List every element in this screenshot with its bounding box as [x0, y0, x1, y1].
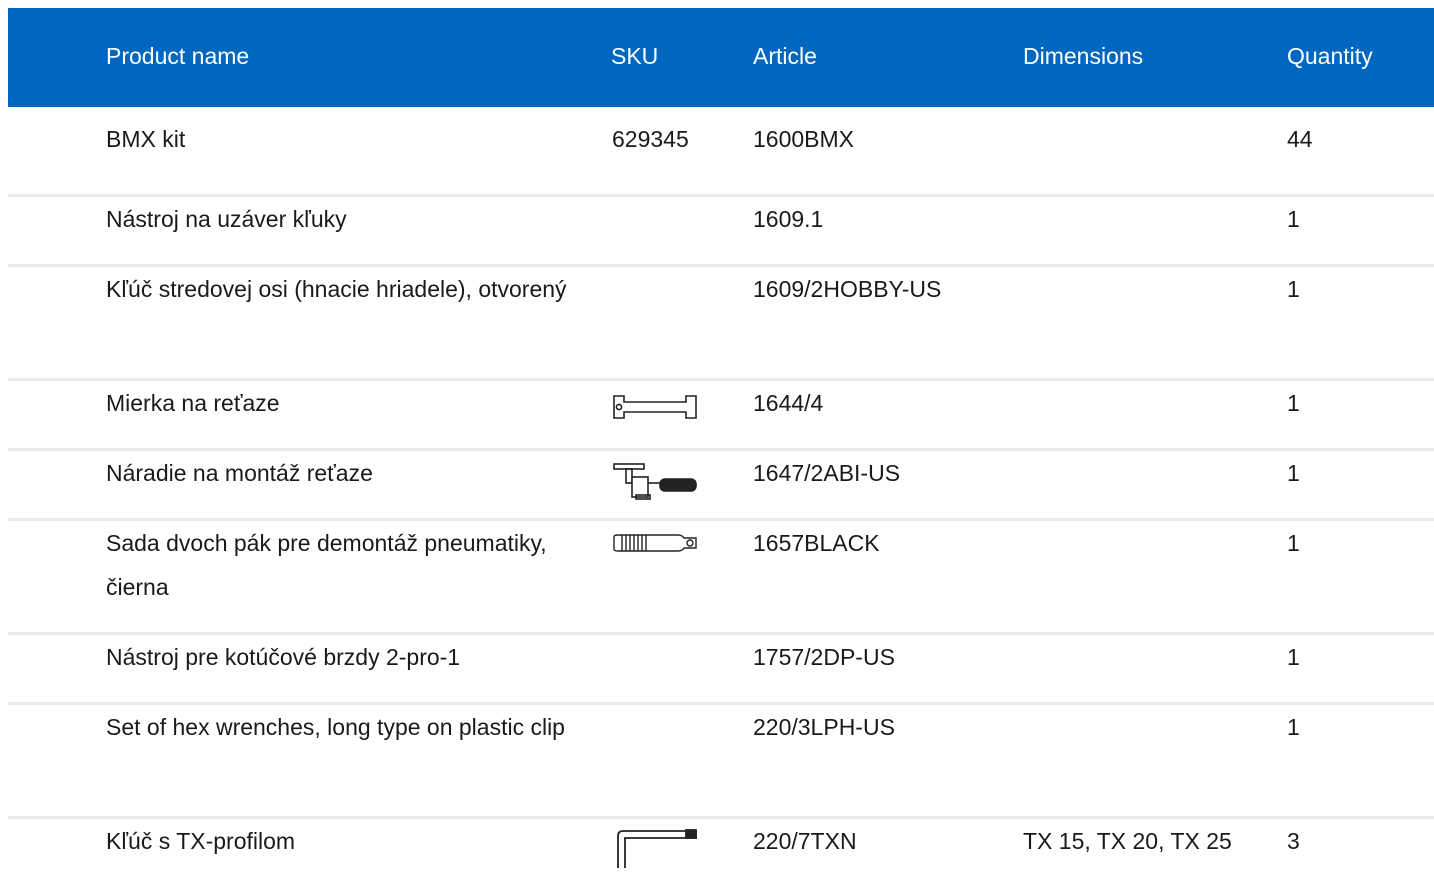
- article: 220/3LPH-US: [753, 714, 895, 740]
- table-row[interactable]: Náradie na montáž reťaze 1647/2ABI-US 1: [8, 451, 1434, 521]
- column-header-article[interactable]: Article: [753, 42, 817, 70]
- quantity: 44: [1287, 126, 1313, 152]
- column-header-quantity[interactable]: Quantity: [1287, 42, 1373, 70]
- column-header-dimensions[interactable]: Dimensions: [1023, 42, 1143, 70]
- article: 1657BLACK: [753, 530, 880, 556]
- quantity: 3: [1287, 828, 1300, 854]
- table-row[interactable]: Kľúč stredovej osi (hnacie hriadele), ot…: [8, 267, 1434, 381]
- product-name: Kľúč s TX-profilom: [106, 828, 296, 854]
- table-row[interactable]: BMX kit 629345 1600BMX 44: [8, 107, 1434, 197]
- dimensions: TX 15, TX 20, TX 25: [1023, 828, 1232, 854]
- quantity: 1: [1287, 644, 1300, 670]
- product-table: Product name SKU Article Dimensions Quan…: [8, 8, 1434, 879]
- quantity: 1: [1287, 460, 1300, 486]
- article: 1757/2DP-US: [753, 644, 895, 670]
- column-header-product-name[interactable]: Product name: [106, 42, 249, 70]
- table-row[interactable]: Set of hex wrenches, long type on plasti…: [8, 705, 1434, 819]
- quantity: 1: [1287, 714, 1300, 740]
- table-row[interactable]: Mierka na reťaze 1644/4 1: [8, 381, 1434, 451]
- product-name: Set of hex wrenches, long type on plasti…: [106, 714, 565, 740]
- chain-gauge-icon: [612, 393, 698, 423]
- table-row[interactable]: Sada dvoch pák pre demontáž pneumatiky, …: [8, 521, 1434, 635]
- chain-tool-icon: [612, 461, 698, 500]
- product-name: Mierka na reťaze: [106, 390, 280, 416]
- article: 1600BMX: [753, 126, 855, 152]
- product-name: Kľúč stredovej osi (hnacie hriadele), ot…: [106, 276, 567, 302]
- quantity: 1: [1287, 530, 1300, 556]
- product-name: BMX kit: [106, 126, 186, 152]
- product-name: Nástroj pre kotúčové brzdy 2-pro-1: [106, 644, 461, 670]
- product-name: Nástroj na uzáver kľuky: [106, 206, 347, 232]
- article: 1609/2HOBBY-US: [753, 276, 942, 302]
- table-header: Product name SKU Article Dimensions Quan…: [8, 8, 1434, 107]
- table-row[interactable]: Nástroj pre kotúčové brzdy 2-pro-1 1757/…: [8, 635, 1434, 705]
- quantity: 1: [1287, 206, 1300, 232]
- product-name: Sada dvoch pák pre demontáž pneumatiky, …: [106, 530, 547, 600]
- article: 1647/2ABI-US: [753, 460, 901, 486]
- table-row[interactable]: Kľúč s TX-profilom 220/7TXN TX 15, TX 20…: [8, 819, 1434, 879]
- article: 1644/4: [753, 390, 824, 416]
- page: Product name SKU Article Dimensions Quan…: [0, 0, 1434, 881]
- product-name: Náradie na montáž reťaze: [106, 460, 373, 486]
- article: 220/7TXN: [753, 828, 857, 854]
- quantity: 1: [1287, 276, 1300, 302]
- article: 1609.1: [753, 206, 824, 232]
- column-header-sku[interactable]: SKU: [611, 42, 658, 70]
- tire-lever-icon: [612, 533, 698, 563]
- quantity: 1: [1287, 390, 1300, 416]
- torx-key-icon: [612, 828, 698, 868]
- sku: 629345: [612, 126, 689, 152]
- table-row[interactable]: Nástroj na uzáver kľuky 1609.1 1: [8, 197, 1434, 267]
